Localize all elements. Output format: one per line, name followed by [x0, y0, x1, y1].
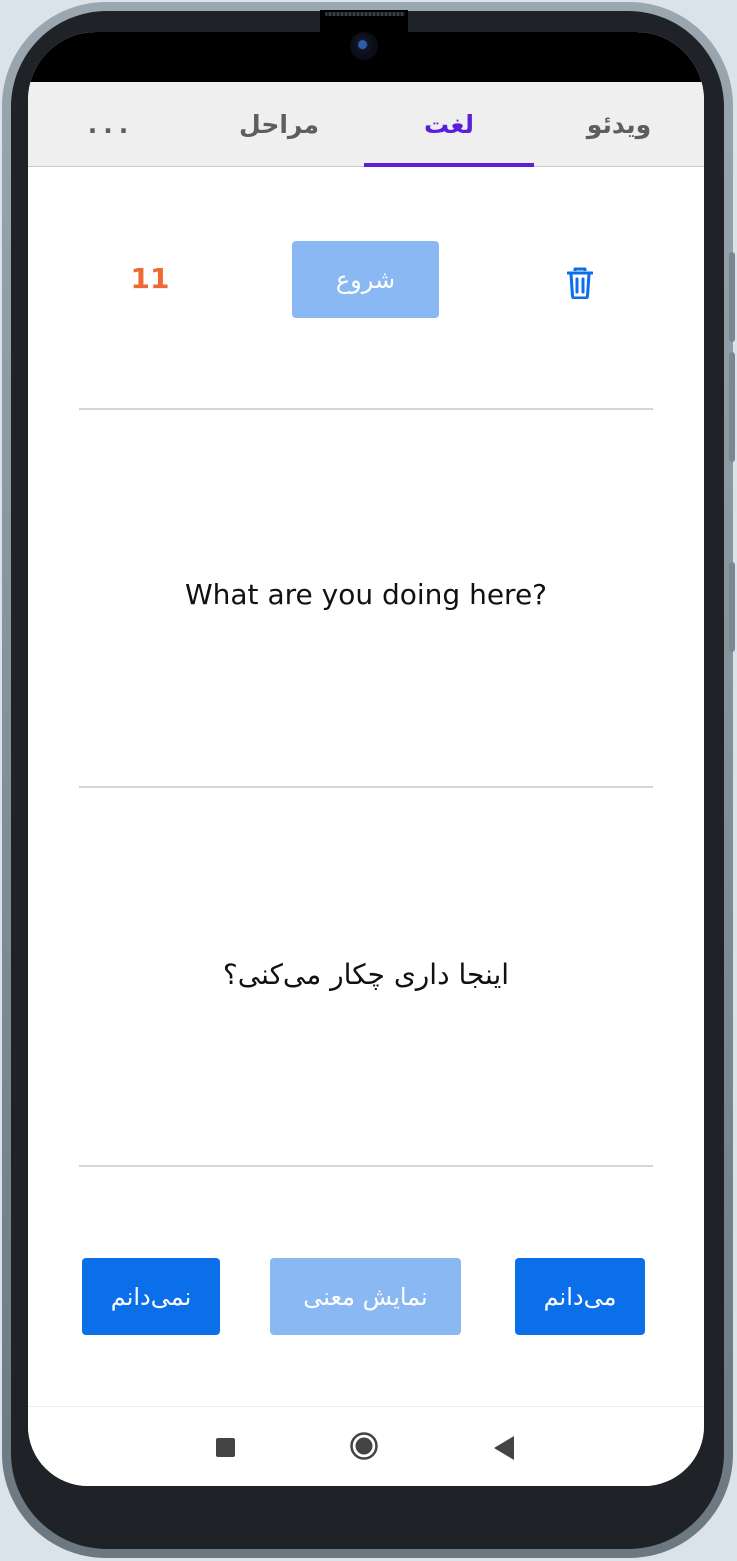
divider-top: [79, 408, 653, 410]
earpiece-speaker: [325, 12, 405, 16]
word-counter: 11: [130, 261, 170, 295]
home-icon[interactable]: [350, 1432, 378, 1460]
volume-button-lower: [729, 352, 735, 462]
tab-more[interactable]: ...: [28, 82, 194, 166]
tab-video[interactable]: ویدئو: [534, 82, 704, 166]
power-button: [729, 562, 735, 652]
screen: ویدئو لغت مراحل ... شروع 11 What are you…: [28, 32, 704, 1486]
front-camera: [350, 32, 378, 60]
volume-button: [729, 252, 735, 342]
tab-bar: ویدئو لغت مراحل ...: [28, 82, 704, 167]
back-icon[interactable]: [494, 1436, 514, 1460]
delete-button[interactable]: [562, 263, 598, 303]
divider-bottom: [79, 1165, 653, 1167]
show-meaning-button[interactable]: نمایش معنی: [270, 1258, 461, 1335]
system-navigation-bar: [28, 1406, 704, 1486]
divider-middle: [79, 786, 653, 788]
persian-translation: اینجا داری چکار می‌کنی؟: [222, 958, 510, 991]
trash-icon: [567, 267, 593, 299]
dont-know-button[interactable]: نمی‌دانم: [82, 1258, 220, 1335]
tab-stages[interactable]: مراحل: [194, 82, 364, 166]
know-button[interactable]: می‌دانم: [515, 1258, 645, 1335]
recent-apps-icon[interactable]: [216, 1438, 235, 1457]
english-sentence: What are you doing here?: [184, 578, 548, 611]
tab-vocabulary[interactable]: لغت: [364, 82, 534, 167]
start-button[interactable]: شروع: [292, 241, 439, 318]
